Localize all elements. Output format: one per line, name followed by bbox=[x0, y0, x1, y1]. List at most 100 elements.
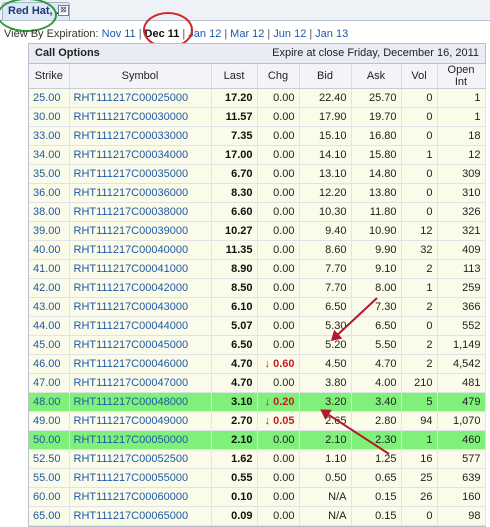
table-row: 40.00 RHT111217C00040000 11.35 0.00 8.60 9.90… bbox=[29, 240, 486, 260]
bid-cell: 13.10 bbox=[299, 164, 352, 184]
change-cell: 0.00 bbox=[257, 468, 300, 488]
symbol-link[interactable]: RHT111217C00034000 bbox=[69, 145, 212, 165]
open-interest-cell: 259 bbox=[437, 278, 486, 298]
symbol-link[interactable]: RHT111217C00045000 bbox=[69, 335, 212, 355]
close-icon[interactable]: ⊠ bbox=[58, 5, 69, 16]
last-cell: 0.10 bbox=[211, 487, 258, 507]
strike-cell[interactable]: 34.00 bbox=[29, 145, 70, 165]
expiration-link[interactable]: Jan 13 bbox=[315, 28, 348, 40]
strike-cell[interactable]: 38.00 bbox=[29, 202, 70, 222]
table-row: 25.00 RHT111217C00025000 17.20 0.00 22.40 25.… bbox=[29, 88, 486, 108]
change-cell: 0.00 bbox=[257, 259, 300, 279]
bid-cell: 10.30 bbox=[299, 202, 352, 222]
strike-cell[interactable]: 45.00 bbox=[29, 335, 70, 355]
symbol-link[interactable]: RHT111217C00050000 bbox=[69, 430, 212, 450]
strike-cell[interactable]: 43.00 bbox=[29, 297, 70, 317]
symbol-link[interactable]: RHT111217C00038000 bbox=[69, 202, 212, 222]
symbol-link[interactable]: RHT111217C00055000 bbox=[69, 468, 212, 488]
bid-cell: 3.80 bbox=[299, 373, 352, 393]
bid-cell: 22.40 bbox=[299, 88, 352, 108]
table-row: 65.00 RHT111217C00065000 0.09 0.00 N/A 0.15 0 9… bbox=[29, 506, 486, 526]
column-header[interactable]: Bid bbox=[299, 64, 352, 89]
strike-cell[interactable]: 36.00 bbox=[29, 183, 70, 203]
table-row: 48.00 RHT111217C00048000 3.10 ↓ 0.20 3.20 3.4… bbox=[29, 392, 486, 412]
ask-cell: 2.80 bbox=[351, 411, 402, 431]
expiration-link[interactable]: Nov 11 bbox=[102, 28, 136, 40]
strike-cell[interactable]: 47.00 bbox=[29, 373, 70, 393]
call-options-table: Call Options Expire at close Friday, Dec… bbox=[28, 43, 486, 527]
strike-cell[interactable]: 60.00 bbox=[29, 487, 70, 507]
symbol-link[interactable]: RHT111217C00033000 bbox=[69, 126, 212, 146]
open-interest-cell: 1,070 bbox=[437, 411, 486, 431]
symbol-link[interactable]: RHT111217C00060000 bbox=[69, 487, 212, 507]
expiration-link[interactable]: Mar 12 bbox=[230, 28, 264, 40]
ask-cell: 4.00 bbox=[351, 373, 402, 393]
strike-cell[interactable]: 44.00 bbox=[29, 316, 70, 336]
symbol-link[interactable]: RHT111217C00040000 bbox=[69, 240, 212, 260]
ask-cell: 9.10 bbox=[351, 259, 402, 279]
expiration-link[interactable]: Jan 12 bbox=[188, 28, 221, 40]
symbol-link[interactable]: RHT111217C00043000 bbox=[69, 297, 212, 317]
symbol-link[interactable]: RHT111217C00025000 bbox=[69, 88, 212, 108]
table-row: 35.00 RHT111217C00035000 6.70 0.00 13.10 14.8… bbox=[29, 164, 486, 184]
change-cell: ↓ 0.60 bbox=[257, 354, 300, 374]
strike-cell[interactable]: 39.00 bbox=[29, 221, 70, 241]
symbol-link[interactable]: RHT111217C00039000 bbox=[69, 221, 212, 241]
column-header[interactable]: Open Int bbox=[437, 64, 486, 89]
change-cell: 0.00 bbox=[257, 183, 300, 203]
strike-cell[interactable]: 40.00 bbox=[29, 240, 70, 260]
symbol-link[interactable]: RHT111217C00065000 bbox=[69, 506, 212, 526]
column-header[interactable]: Chg bbox=[257, 64, 300, 89]
strike-cell[interactable]: 46.00 bbox=[29, 354, 70, 374]
symbol-link[interactable]: RHT111217C00042000 bbox=[69, 278, 212, 298]
strike-cell[interactable]: 41.00 bbox=[29, 259, 70, 279]
symbol-link[interactable]: RHT111217C00048000 bbox=[69, 392, 212, 412]
symbol-link[interactable]: RHT111217C00046000 bbox=[69, 354, 212, 374]
column-header[interactable]: Vol bbox=[401, 64, 438, 89]
volume-cell: 0 bbox=[401, 506, 438, 526]
change-cell: 0.00 bbox=[257, 449, 300, 469]
bid-cell: 7.70 bbox=[299, 259, 352, 279]
strike-cell[interactable]: 49.00 bbox=[29, 411, 70, 431]
volume-cell: 1 bbox=[401, 430, 438, 450]
symbol-link[interactable]: RHT111217C00035000 bbox=[69, 164, 212, 184]
change-cell: 0.00 bbox=[257, 316, 300, 336]
options-grid: Strike Symbol Last Chg Bid Ask Vol Open Int 25.… bbox=[29, 64, 486, 526]
strike-cell[interactable]: 65.00 bbox=[29, 506, 70, 526]
symbol-link[interactable]: RHT111217C00030000 bbox=[69, 107, 212, 127]
column-header[interactable]: Strike bbox=[29, 64, 70, 89]
column-header[interactable]: Symbol bbox=[69, 64, 212, 89]
expiration-label: View By Expiration: bbox=[4, 28, 99, 40]
strike-cell[interactable]: 35.00 bbox=[29, 164, 70, 184]
symbol-link[interactable]: RHT111217C00041000 bbox=[69, 259, 212, 279]
link-separator: | bbox=[224, 28, 228, 40]
ask-cell: 25.70 bbox=[351, 88, 402, 108]
symbol-link[interactable]: RHT111217C00044000 bbox=[69, 316, 212, 336]
expiration-link[interactable]: Jun 12 bbox=[273, 28, 306, 40]
strike-cell[interactable]: 30.00 bbox=[29, 107, 70, 127]
strike-cell[interactable]: 50.00 bbox=[29, 430, 70, 450]
last-cell: 6.60 bbox=[211, 202, 258, 222]
change-cell: 0.00 bbox=[257, 487, 300, 507]
strike-cell[interactable]: 33.00 bbox=[29, 126, 70, 146]
open-interest-cell: 18 bbox=[437, 126, 486, 146]
strike-cell[interactable]: 25.00 bbox=[29, 88, 70, 108]
table-row: 44.00 RHT111217C00044000 5.07 0.00 5.30 6.50 0… bbox=[29, 316, 486, 336]
table-row: 33.00 RHT111217C00033000 7.35 0.00 15.10 16.8… bbox=[29, 126, 486, 146]
strike-cell[interactable]: 42.00 bbox=[29, 278, 70, 298]
table-row: 36.00 RHT111217C00036000 8.30 0.00 12.20 13.8… bbox=[29, 183, 486, 203]
table-row: 45.00 RHT111217C00045000 6.50 0.00 5.20 5.50 2… bbox=[29, 335, 486, 355]
symbol-link[interactable]: RHT111217C00052500 bbox=[69, 449, 212, 469]
symbol-link[interactable]: RHT111217C00049000 bbox=[69, 411, 212, 431]
column-header[interactable]: Last bbox=[211, 64, 258, 89]
table-row: 42.00 RHT111217C00042000 8.50 0.00 7.70 8.00 1… bbox=[29, 278, 486, 298]
last-cell: 3.10 bbox=[211, 392, 258, 412]
strike-cell[interactable]: 55.00 bbox=[29, 468, 70, 488]
last-cell: 6.50 bbox=[211, 335, 258, 355]
strike-cell[interactable]: 48.00 bbox=[29, 392, 70, 412]
change-cell: 0.00 bbox=[257, 373, 300, 393]
symbol-link[interactable]: RHT111217C00047000 bbox=[69, 373, 212, 393]
column-header[interactable]: Ask bbox=[351, 64, 402, 89]
symbol-link[interactable]: RHT111217C00036000 bbox=[69, 183, 212, 203]
strike-cell[interactable]: 52.50 bbox=[29, 449, 70, 469]
